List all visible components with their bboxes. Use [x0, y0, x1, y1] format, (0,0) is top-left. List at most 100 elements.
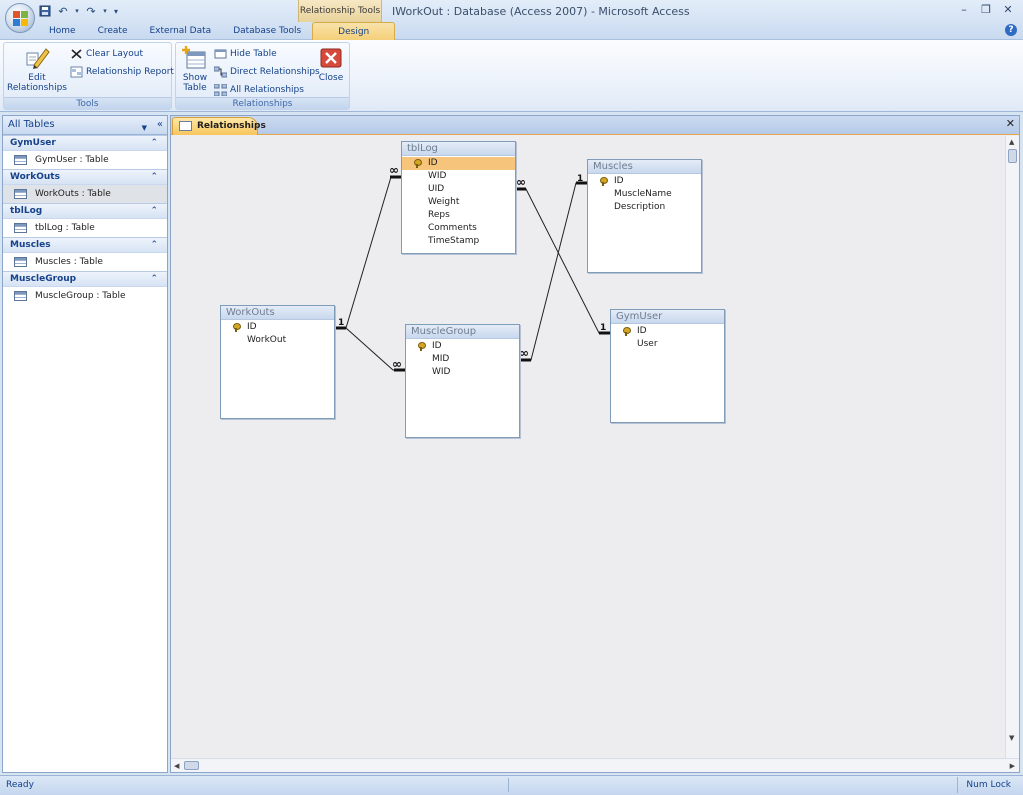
direct-relationships-button[interactable]: Direct Relationships [213, 64, 320, 80]
office-button[interactable] [5, 3, 35, 33]
title-bar: ↶ ▾ ↷ ▾ ▾ Relationship Tools IWorkOut : … [0, 0, 1023, 40]
nav-pane-header[interactable]: All Tables ▼ « [3, 116, 167, 135]
nav-item-gymuser-table[interactable]: GymUser : Table [3, 151, 167, 169]
customize-qat-icon[interactable]: ▾ [112, 5, 120, 18]
field-row[interactable]: WID [402, 170, 515, 183]
field-name: ID [247, 322, 257, 332]
field-row[interactable]: MID [406, 353, 519, 366]
nav-item-musclegroup-table[interactable]: MuscleGroup : Table [3, 287, 167, 305]
field-row[interactable]: Description [588, 201, 701, 214]
key-icon [418, 342, 426, 351]
field-name: MID [432, 354, 450, 364]
table-title[interactable]: Muscles [588, 160, 701, 174]
field-row[interactable]: User [611, 338, 724, 351]
table-workouts[interactable]: WorkOuts ID WorkOut [220, 305, 335, 419]
nav-group-header[interactable]: WorkOuts ⌃ [3, 169, 167, 185]
chevron-up-icon[interactable]: ⌃ [150, 204, 158, 219]
all-relationships-button[interactable]: All Relationships [213, 82, 304, 98]
table-musclegroup[interactable]: MuscleGroup ID MID WID [405, 324, 520, 438]
scroll-left-icon[interactable]: ◀ [174, 762, 179, 770]
field-row[interactable]: WorkOut [221, 334, 334, 347]
field-name: ID [637, 326, 647, 336]
nav-group-header[interactable]: Muscles ⌃ [3, 237, 167, 253]
chevron-up-icon[interactable]: ⌃ [150, 136, 158, 151]
nav-group-gymuser: GymUser ⌃ GymUser : Table [3, 135, 167, 169]
table-title[interactable]: tblLog [402, 142, 515, 156]
relationships-canvas[interactable]: 1 ∞ ∞ ∞ 1 ∞ 1 tblLog ID WID UID Weight R… [171, 136, 1019, 760]
nav-group-header[interactable]: GymUser ⌃ [3, 135, 167, 151]
scroll-down-icon[interactable]: ▼ [1009, 734, 1014, 742]
table-icon [14, 223, 27, 233]
field-name: Description [614, 202, 666, 212]
redo-icon[interactable]: ↷ [84, 5, 98, 18]
close-window-button[interactable]: ✕ [999, 2, 1017, 18]
scroll-right-icon[interactable]: ▶ [1010, 762, 1015, 770]
nav-group-musclegroup: MuscleGroup ⌃ MuscleGroup : Table [3, 271, 167, 305]
field-row[interactable]: WID [406, 366, 519, 379]
field-row[interactable]: ID [406, 340, 519, 353]
field-row[interactable]: TimeStamp [402, 235, 515, 248]
nav-item-workouts-table[interactable]: WorkOuts : Table [3, 185, 167, 203]
horizontal-scroll-thumb[interactable] [184, 761, 199, 770]
office-logo-icon [13, 11, 28, 26]
close-document-icon[interactable]: ✕ [1006, 117, 1015, 130]
hide-table-icon [214, 48, 227, 60]
tab-home[interactable]: Home [38, 22, 87, 40]
minimize-button[interactable]: – [955, 2, 973, 18]
save-icon[interactable] [38, 5, 52, 18]
tab-relationships[interactable]: Relationships [172, 117, 266, 135]
table-title[interactable]: MuscleGroup [406, 325, 519, 339]
table-title[interactable]: GymUser [611, 310, 724, 324]
table-tbllog[interactable]: tblLog ID WID UID Weight Reps Comments T… [401, 141, 516, 254]
field-row[interactable]: ID [221, 321, 334, 334]
field-row[interactable]: ID [402, 157, 515, 170]
key-icon [233, 323, 241, 332]
field-row[interactable]: Weight [402, 196, 515, 209]
field-row[interactable]: ID [611, 325, 724, 338]
one-label: 1 [338, 318, 344, 328]
field-row[interactable]: MuscleName [588, 188, 701, 201]
help-icon[interactable]: ? [1005, 24, 1017, 36]
table-gymuser[interactable]: GymUser ID User [610, 309, 725, 423]
redo-dropdown-icon[interactable]: ▾ [102, 5, 108, 18]
field-row[interactable]: Comments [402, 222, 515, 235]
undo-icon[interactable]: ↶ [56, 5, 70, 18]
chevron-up-icon[interactable]: ⌃ [150, 170, 158, 185]
ribbon-tabs: Home Create External Data Database Tools… [38, 22, 396, 40]
field-name: ID [428, 158, 438, 168]
table-icon [14, 189, 27, 199]
collapse-pane-icon[interactable]: « [157, 116, 163, 134]
close-relationships-button[interactable]: Close [315, 45, 347, 83]
table-muscles[interactable]: Muscles ID MuscleName Description [587, 159, 702, 273]
status-bar: Ready Num Lock [0, 775, 1023, 795]
restore-button[interactable]: ❐ [977, 2, 995, 18]
edit-relationships-button[interactable]: Edit Relationships [7, 45, 67, 93]
show-table-button[interactable]: Show Table [178, 45, 212, 93]
nav-item-muscles-table[interactable]: Muscles : Table [3, 253, 167, 271]
clear-layout-button[interactable]: Clear Layout [70, 46, 143, 62]
chevron-up-icon[interactable]: ⌃ [150, 238, 158, 253]
relationship-report-button[interactable]: Relationship Report [70, 64, 174, 80]
table-icon [14, 257, 27, 267]
chevron-up-icon[interactable]: ⌃ [150, 272, 158, 287]
relationship-line [335, 176, 401, 329]
nav-group-header[interactable]: tblLog ⌃ [3, 203, 167, 219]
table-title[interactable]: WorkOuts [221, 306, 334, 320]
vertical-scroll-thumb[interactable] [1008, 149, 1017, 163]
hide-table-button[interactable]: Hide Table [214, 46, 277, 62]
nav-item-tbllog-table[interactable]: tblLog : Table [3, 219, 167, 237]
tab-design[interactable]: Design [312, 22, 396, 40]
tab-create[interactable]: Create [87, 22, 139, 40]
nav-item-label: Muscles : Table [35, 257, 103, 267]
tab-external-data[interactable]: External Data [138, 22, 222, 40]
horizontal-scrollbar[interactable]: ◀ ▶ [171, 758, 1019, 772]
nav-group-header[interactable]: MuscleGroup ⌃ [3, 271, 167, 287]
tab-database-tools[interactable]: Database Tools [222, 22, 312, 40]
vertical-scrollbar[interactable]: ▲ ▼ [1005, 136, 1019, 760]
field-row[interactable]: Reps [402, 209, 515, 222]
undo-dropdown-icon[interactable]: ▾ [74, 5, 80, 18]
scroll-up-icon[interactable]: ▲ [1009, 138, 1014, 146]
field-row[interactable]: UID [402, 183, 515, 196]
relationship-report-icon [70, 66, 83, 78]
field-row[interactable]: ID [588, 175, 701, 188]
